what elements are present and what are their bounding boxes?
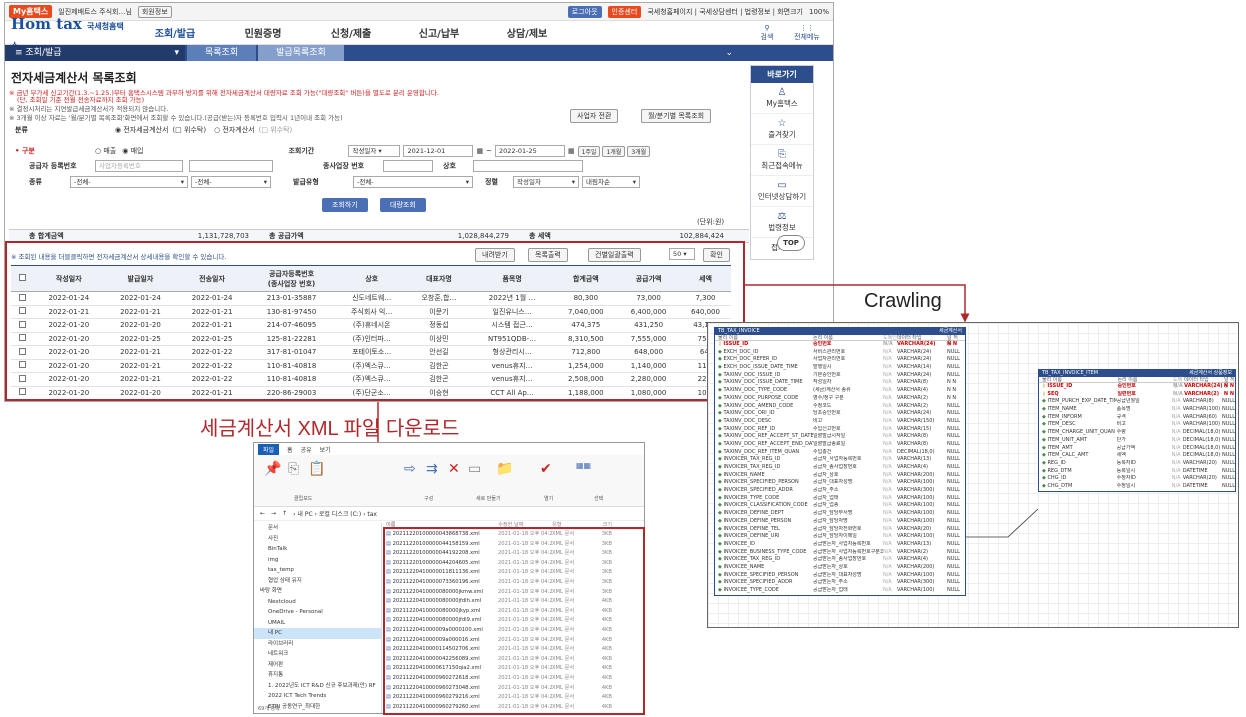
- tab-home[interactable]: 홈: [287, 445, 293, 454]
- path-breadcrumb[interactable]: › 내 PC › 로컬 디스크 (C:) › tax: [293, 509, 377, 518]
- group-new: 새로 만들기: [476, 496, 501, 502]
- delete-icon[interactable]: ✕: [448, 461, 460, 477]
- navigation-pane: 문서 사진 BinTalk img tax_temp 협업 상태 유지 바탕 화면 Nextc…: [254, 523, 382, 713]
- pin-icon[interactable]: 📌: [264, 461, 281, 477]
- highlight-box-files: [383, 527, 645, 715]
- paste-icon[interactable]: 📋: [308, 461, 325, 477]
- item-count: 69개 항목: [258, 706, 280, 712]
- nav-pane-item[interactable]: 내 PC: [254, 628, 381, 639]
- nav-pane-item[interactable]: 문서: [254, 523, 381, 534]
- nav-pane-item[interactable]: Nextcloud: [254, 597, 381, 608]
- nav-pane-item[interactable]: BinTalk: [254, 544, 381, 555]
- up-arrow-icon[interactable]: ↑: [282, 510, 287, 517]
- group-open: 열기: [544, 496, 554, 502]
- copy-to-icon[interactable]: ⇉: [426, 461, 438, 477]
- download-label: 세금계산서 XML 파일 다운로드: [200, 418, 460, 440]
- ribbon: 📌 ⎘ 📋 ⇨ ⇉ ✕ ▭ 📁 ✔ ▦▦ 클립보드 구성 새로 만들기 열기 선…: [254, 455, 644, 507]
- nav-pane-item[interactable]: 1. 2022년도 ICT R&D 신규 후보과제(안) RF: [254, 681, 381, 692]
- nav-pane-item[interactable]: img: [254, 555, 381, 566]
- nav-pane-item[interactable]: tax_temp: [254, 565, 381, 576]
- nav-pane-item[interactable]: 사진: [254, 534, 381, 545]
- crawling-label: Crawling: [864, 290, 942, 312]
- group-clipboard: 클립보드: [294, 496, 313, 502]
- nav-pane-item[interactable]: 제어판: [254, 660, 381, 671]
- erd-diagram: TB_TAX_INVOICE 세금계산서 물리 이름 논리 이름 도메인 데이터 타입 널 …: [707, 322, 1239, 628]
- rename-icon[interactable]: ▭: [468, 461, 481, 477]
- tab-view[interactable]: 보기: [320, 445, 331, 454]
- nav-pane-item[interactable]: UMAIL: [254, 618, 381, 629]
- nav-pane-item[interactable]: 2022 ICT Tech Trends: [254, 691, 381, 702]
- nav-pane-item[interactable]: 휴지통: [254, 670, 381, 681]
- nav-pane-item[interactable]: 네트워크: [254, 649, 381, 660]
- copy-icon[interactable]: ⎘: [288, 461, 299, 477]
- new-folder-icon[interactable]: 📁: [496, 461, 513, 477]
- select-all-icon[interactable]: ▦▦: [576, 461, 591, 470]
- tab-share[interactable]: 공유: [301, 445, 312, 454]
- nav-pane-item[interactable]: 라이브러리: [254, 639, 381, 650]
- tab-file[interactable]: 파일: [258, 443, 280, 455]
- nav-pane-item[interactable]: 바탕 화면: [254, 586, 381, 597]
- erd-relation-line: [966, 508, 1039, 538]
- ribbon-tabs: 파일 홈 공유 보기: [254, 443, 644, 455]
- group-select: 선택: [594, 496, 604, 502]
- nav-pane-item[interactable]: 협업 상태 유지: [254, 576, 381, 587]
- back-arrow-icon[interactable]: ←: [260, 510, 265, 517]
- address-bar: ← → ↑ › 내 PC › 로컬 디스크 (C:) › tax: [254, 507, 644, 521]
- nav-pane-item[interactable]: OneDrive - Personal: [254, 607, 381, 618]
- forward-arrow-icon[interactable]: →: [271, 510, 276, 517]
- properties-icon[interactable]: ✔: [540, 461, 552, 477]
- move-icon[interactable]: ⇨: [404, 461, 416, 477]
- group-organize: 구성: [424, 496, 434, 502]
